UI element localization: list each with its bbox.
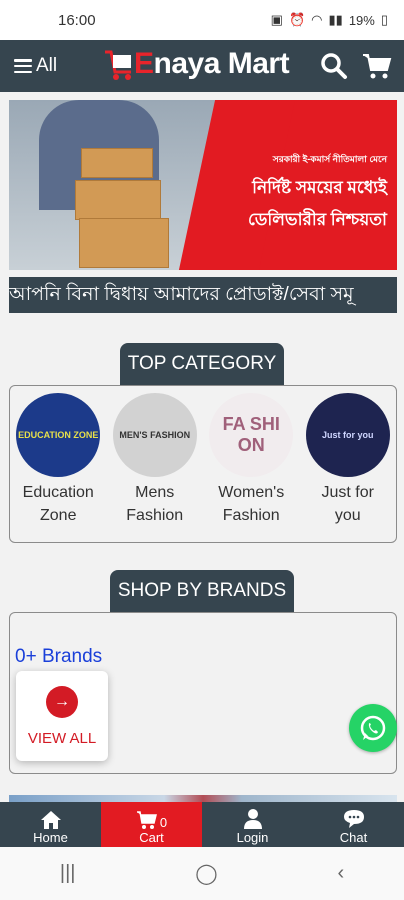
banner-line-1: সরকারী ই-কমার্স নীতিমালা মেনে: [272, 154, 387, 164]
status-bar: 16:00 ▣ ⏰ ◠ ▮▮ 19% ▯: [0, 0, 404, 40]
enaya-mart-logo[interactable]: Enaya Mart: [104, 46, 290, 82]
category-image: EDUCATION ZONE: [16, 393, 101, 477]
category-image: FA SHI ON: [209, 393, 294, 477]
parcel-box: [79, 218, 169, 268]
banner-line-3: ডেলিভারীর নিশ্চয়তা: [247, 210, 387, 229]
parcel-box: [81, 148, 153, 178]
battery-percentage: 19%: [348, 12, 375, 28]
bottom-navigation: Home 0 Cart Login Chat: [0, 802, 404, 847]
category-label: Women's Fashion: [218, 484, 285, 524]
search-icon[interactable]: [320, 52, 348, 80]
top-category-header: TOP CATEGORY: [0, 343, 404, 385]
wifi-icon: ◠: [311, 12, 323, 27]
nav-login[interactable]: Login: [202, 802, 303, 847]
parcel-box: [75, 180, 161, 220]
nav-login-label: Login: [236, 830, 269, 845]
logo-cart-icon: [105, 50, 131, 80]
notice-marquee: আপনি বিনা দ্বিধায় আমাদের প্রোডাক্ট/সেবা…: [9, 277, 397, 313]
shop-by-brands-card: 0+ Brands → VIEW ALL: [9, 612, 397, 774]
top-category-card: EDUCATION ZONE Education Zone MEN'S FASHI…: [9, 385, 397, 543]
whatsapp-chat-button[interactable]: [349, 704, 397, 752]
whatsapp-icon: [360, 715, 386, 741]
cart-icon: [136, 811, 157, 829]
view-all-button[interactable]: → VIEW ALL: [16, 671, 108, 761]
hamburger-icon: [14, 59, 32, 73]
battery-icon: ▯: [380, 12, 388, 27]
nav-chat[interactable]: Chat: [303, 802, 404, 847]
status-time: 16:00: [58, 11, 96, 29]
header-cart-icon[interactable]: [362, 52, 392, 80]
marquee-text: আপনি বিনা দ্বিধায় আমাদের প্রোডাক্ট/সেবা…: [9, 284, 354, 305]
logo-text: Enaya Mart: [134, 47, 290, 80]
promo-banner[interactable]: সরকারী ই-কমার্স নীতিমালা মেনে নির্দিষ্ট …: [9, 100, 397, 270]
category-education-zone[interactable]: EDUCATION ZONE Education Zone: [14, 393, 102, 527]
nav-cart[interactable]: 0 Cart: [101, 802, 202, 847]
category-womens-fashion[interactable]: FA SHI ON Women's Fashion: [207, 393, 295, 527]
banner-line-2: নির্দিষ্ট সময়ের মধ্যেই: [252, 178, 387, 197]
status-icons: ▣ ⏰ ◠ ▮▮ 19% ▯: [271, 12, 388, 28]
back-icon[interactable]: ‹: [337, 862, 344, 885]
recent-apps-icon[interactable]: |||: [60, 862, 76, 885]
category-label: Mens Fashion: [126, 484, 184, 524]
shop-by-brands-header: SHOP BY BRANDS: [0, 570, 404, 612]
brands-count-link[interactable]: 0+ Brands: [15, 646, 102, 668]
cart-count-badge: 0: [159, 815, 168, 830]
user-icon: [243, 809, 262, 829]
home-circle-icon[interactable]: ◯: [195, 861, 217, 886]
category-label: Education Zone: [22, 484, 94, 524]
nav-chat-label: Chat: [339, 830, 368, 845]
nav-cart-label: Cart: [139, 830, 164, 845]
signal-icon: ▮▮: [328, 12, 343, 27]
category-just-for-you[interactable]: Just for you Just for you: [304, 393, 392, 527]
nav-home-label: Home: [33, 830, 68, 845]
all-menu-label: All: [36, 55, 58, 76]
home-icon: [40, 811, 61, 829]
view-all-label: VIEW ALL: [27, 729, 97, 747]
all-menu-button[interactable]: All: [14, 55, 57, 77]
category-label: Just for you: [321, 484, 374, 524]
arrow-right-icon: →: [46, 685, 78, 718]
category-image: MEN'S FASHION: [112, 393, 197, 477]
system-navigation-bar: ||| ◯ ‹: [0, 847, 404, 900]
category-image: Just for you: [305, 393, 390, 477]
chat-icon: [343, 810, 364, 828]
notification-icon: ▣: [270, 12, 283, 27]
category-mens-fashion[interactable]: MEN'S FASHION Mens Fashion: [111, 393, 199, 527]
app-header: All Enaya Mart: [0, 40, 404, 92]
top-category-title: TOP CATEGORY: [119, 343, 285, 385]
shop-by-brands-title: SHOP BY BRANDS: [109, 570, 295, 612]
nav-home[interactable]: Home: [0, 802, 101, 847]
alarm-icon: ⏰: [288, 12, 306, 27]
